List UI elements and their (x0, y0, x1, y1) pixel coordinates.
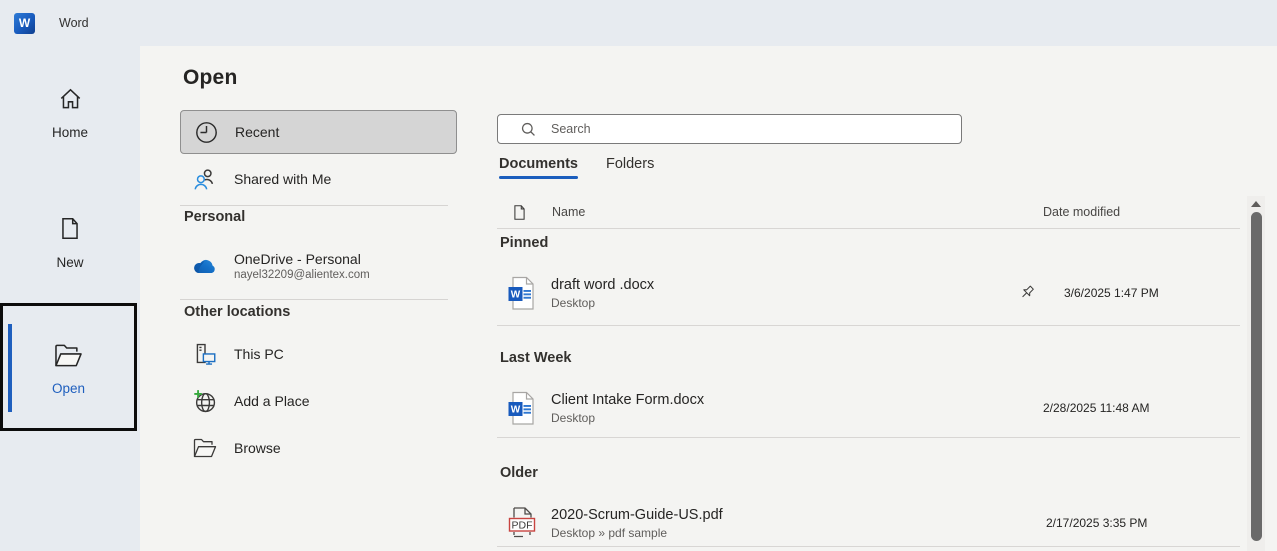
list-header: Name Date modified (497, 196, 1240, 228)
pdf-file-icon: PDF (505, 506, 539, 541)
file-location: Desktop » pdf sample (551, 525, 668, 540)
globe-plus-icon (192, 388, 218, 415)
group-header-pinned: Pinned (500, 235, 549, 251)
file-name: draft word .docx (551, 276, 655, 293)
word-app-icon: W (14, 12, 35, 34)
home-icon (57, 86, 84, 112)
rail-item-new[interactable]: New (0, 215, 140, 270)
divider (180, 299, 448, 300)
onedrive-cloud-icon (192, 257, 218, 275)
file-date-modified: 2/17/2025 3:35 PM (1046, 516, 1148, 530)
rail-label-new: New (56, 255, 84, 270)
open-folder-icon (53, 342, 84, 369)
nav-item-add-a-place[interactable]: Add a Place (180, 379, 457, 423)
title-bar: W Word (0, 0, 1277, 46)
rail-item-home[interactable]: Home (0, 86, 140, 140)
nav-section-personal: Personal (184, 209, 246, 225)
nav-label-this-pc: This PC (234, 346, 284, 362)
nav-item-browse[interactable]: Browse (180, 426, 457, 470)
file-row-client-intake-form[interactable]: W Client Intake Form.docx Desktop 2/28/2… (497, 380, 1240, 436)
file-row-draft-word[interactable]: W draft word .docx Desktop 3/6/2025 1:47… (497, 262, 1240, 324)
file-date-modified: 2/28/2025 11:48 AM (1043, 401, 1150, 415)
file-name: Client Intake Form.docx (551, 391, 705, 408)
rail-item-open[interactable]: Open (0, 303, 137, 431)
onedrive-label: OneDrive - Personal (234, 251, 361, 267)
scrollbar-thumb[interactable] (1250, 212, 1262, 541)
new-document-icon (57, 215, 83, 242)
file-name: 2020-Scrum-Guide-US.pdf (551, 506, 723, 523)
divider (497, 437, 1240, 438)
file-location: Desktop (551, 410, 596, 425)
nav-section-other-locations: Other locations (184, 304, 291, 320)
tab-documents[interactable]: Documents (499, 156, 578, 179)
column-header-name[interactable]: Name (552, 205, 585, 219)
svg-text:W: W (510, 289, 520, 300)
svg-text:W: W (510, 404, 520, 415)
clock-icon (193, 120, 219, 145)
recent-files-content: Documents Folders Name Date modified Pin… (497, 46, 1240, 551)
page-title: Open (183, 66, 238, 89)
group-header-older: Older (500, 465, 538, 481)
pin-icon[interactable] (1017, 284, 1036, 303)
browse-folder-icon (192, 436, 218, 460)
file-column-icon (511, 203, 528, 222)
file-type-tabs: Documents Folders (499, 156, 654, 179)
this-pc-icon (192, 341, 218, 368)
nav-item-onedrive-personal[interactable]: OneDrive - Personal nayel32209@alientex.… (180, 241, 457, 291)
search-icon (520, 121, 537, 138)
column-header-date-modified[interactable]: Date modified (1043, 205, 1120, 219)
search-box[interactable] (497, 114, 962, 144)
nav-item-shared-with-me[interactable]: Shared with Me (180, 157, 457, 201)
nav-label-recent: Recent (235, 124, 280, 140)
rail-label-home: Home (51, 125, 88, 140)
file-date-modified: 3/6/2025 1:47 PM (1064, 286, 1159, 300)
backstage-open-panel: Open Recent Shared with Me Personal OneD… (140, 46, 1277, 551)
rail-label-open: Open (51, 381, 86, 396)
nav-item-recent[interactable]: Recent (180, 110, 457, 154)
onedrive-email: nayel32209@alientex.com (234, 269, 370, 281)
shared-people-icon (192, 166, 218, 192)
app-title: Word (59, 16, 89, 30)
divider (497, 228, 1240, 229)
file-row-scrum-guide-pdf[interactable]: PDF 2020-Scrum-Guide-US.pdf Desktop » pd… (497, 495, 1240, 551)
scroll-up-icon[interactable] (1251, 201, 1261, 207)
word-file-icon: W (505, 276, 539, 311)
word-file-icon: W (505, 391, 539, 426)
tab-folders[interactable]: Folders (606, 156, 654, 179)
group-header-last-week: Last Week (500, 350, 572, 366)
nav-item-this-pc[interactable]: This PC (180, 332, 457, 376)
svg-text:PDF: PDF (512, 519, 533, 531)
nav-label-add-a-place: Add a Place (234, 393, 310, 409)
scrollbar[interactable] (1247, 196, 1265, 551)
file-location: Desktop (551, 295, 596, 310)
search-input[interactable] (551, 122, 961, 136)
divider (497, 325, 1240, 326)
backstage-rail: Home New Open (0, 46, 140, 551)
nav-label-browse: Browse (234, 440, 281, 456)
divider (180, 205, 448, 206)
divider (497, 546, 1240, 547)
nav-label-shared-with-me: Shared with Me (234, 171, 332, 187)
